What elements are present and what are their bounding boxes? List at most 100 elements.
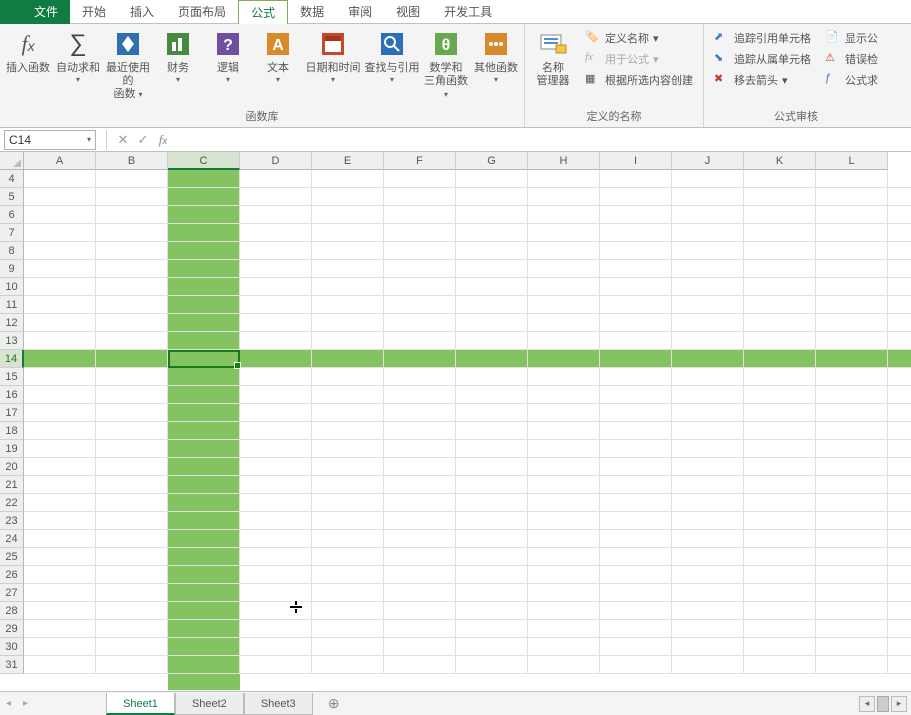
cell[interactable] <box>312 458 384 476</box>
column-header[interactable]: J <box>672 152 744 170</box>
cell[interactable] <box>240 638 312 656</box>
cell[interactable] <box>240 368 312 386</box>
cell[interactable] <box>600 314 672 332</box>
cell[interactable] <box>312 296 384 314</box>
insert-function-button[interactable]: fx 插入函数 <box>4 26 52 77</box>
row-header[interactable]: 11 <box>0 296 24 314</box>
column-headers[interactable]: ABCDEFGHIJKL <box>24 152 888 170</box>
cell[interactable] <box>384 386 456 404</box>
cell[interactable] <box>96 530 168 548</box>
cell[interactable] <box>456 422 528 440</box>
cell[interactable] <box>24 350 96 368</box>
cell[interactable] <box>24 602 96 620</box>
logical-button[interactable]: ? 逻辑 ▾ <box>204 26 252 86</box>
cell[interactable] <box>816 494 888 512</box>
cell[interactable] <box>600 584 672 602</box>
cell[interactable] <box>168 566 240 584</box>
cell[interactable] <box>168 188 240 206</box>
cell[interactable] <box>600 206 672 224</box>
cell[interactable] <box>240 422 312 440</box>
cell[interactable] <box>600 278 672 296</box>
cell[interactable] <box>888 530 911 548</box>
cell[interactable] <box>96 548 168 566</box>
chevron-down-icon[interactable]: ▾ <box>87 135 91 144</box>
cell[interactable] <box>816 206 888 224</box>
row-headers[interactable]: 4567891011121314151617181920212223242526… <box>0 170 24 674</box>
cell[interactable] <box>744 314 816 332</box>
cell[interactable] <box>816 260 888 278</box>
cell[interactable] <box>744 584 816 602</box>
sheet-tab-2[interactable]: Sheet2 <box>175 693 244 715</box>
cell[interactable] <box>600 602 672 620</box>
cell[interactable] <box>96 584 168 602</box>
cell[interactable] <box>168 584 240 602</box>
cell[interactable] <box>672 296 744 314</box>
cell[interactable] <box>312 206 384 224</box>
cell[interactable] <box>312 242 384 260</box>
cell[interactable] <box>24 422 96 440</box>
cell[interactable] <box>528 620 600 638</box>
cell[interactable] <box>528 350 600 368</box>
cell[interactable] <box>600 260 672 278</box>
cell[interactable] <box>816 440 888 458</box>
cell[interactable] <box>384 188 456 206</box>
cell[interactable] <box>456 386 528 404</box>
cell[interactable] <box>24 548 96 566</box>
cell[interactable] <box>96 260 168 278</box>
cell[interactable] <box>528 602 600 620</box>
cell[interactable] <box>888 620 911 638</box>
cell[interactable] <box>24 494 96 512</box>
row-header[interactable]: 23 <box>0 512 24 530</box>
cell[interactable] <box>888 548 911 566</box>
cell[interactable] <box>816 278 888 296</box>
row-header[interactable]: 15 <box>0 368 24 386</box>
cell[interactable] <box>816 458 888 476</box>
cell[interactable] <box>168 620 240 638</box>
cell[interactable] <box>888 278 911 296</box>
cell[interactable] <box>384 350 456 368</box>
cell[interactable] <box>528 224 600 242</box>
tab-developer[interactable]: 开发工具 <box>432 0 504 24</box>
spreadsheet-grid[interactable]: ABCDEFGHIJKL 456789101112131415161718192… <box>0 152 911 691</box>
active-cell[interactable] <box>168 350 240 368</box>
cell[interactable] <box>312 386 384 404</box>
cell[interactable] <box>240 602 312 620</box>
cell[interactable] <box>24 206 96 224</box>
create-from-selection-button[interactable]: ▦根据所选内容创建 <box>581 70 697 90</box>
cell[interactable] <box>240 566 312 584</box>
cell[interactable] <box>600 242 672 260</box>
cell[interactable] <box>24 242 96 260</box>
cell[interactable] <box>672 368 744 386</box>
column-header[interactable]: K <box>744 152 816 170</box>
cell[interactable] <box>600 422 672 440</box>
row-header[interactable]: 7 <box>0 224 24 242</box>
cell[interactable] <box>384 566 456 584</box>
cell[interactable] <box>168 260 240 278</box>
cell[interactable] <box>96 206 168 224</box>
cell[interactable] <box>888 224 911 242</box>
tab-formulas[interactable]: 公式 <box>238 0 288 24</box>
cell[interactable] <box>384 638 456 656</box>
cell[interactable] <box>384 476 456 494</box>
cell[interactable] <box>312 476 384 494</box>
cell[interactable] <box>816 638 888 656</box>
cell[interactable] <box>672 458 744 476</box>
column-header[interactable]: A <box>24 152 96 170</box>
cell[interactable] <box>600 512 672 530</box>
formula-input[interactable] <box>173 130 911 150</box>
cell[interactable] <box>240 332 312 350</box>
cell[interactable] <box>168 224 240 242</box>
cell[interactable] <box>240 278 312 296</box>
cell[interactable] <box>24 296 96 314</box>
row-header[interactable]: 21 <box>0 476 24 494</box>
cell[interactable] <box>96 296 168 314</box>
cell[interactable] <box>312 350 384 368</box>
cell[interactable] <box>240 476 312 494</box>
row-header[interactable]: 27 <box>0 584 24 602</box>
cell[interactable] <box>744 278 816 296</box>
cell[interactable] <box>240 206 312 224</box>
cell[interactable] <box>600 368 672 386</box>
cell[interactable] <box>384 656 456 674</box>
cell[interactable] <box>96 656 168 674</box>
cell[interactable] <box>528 332 600 350</box>
